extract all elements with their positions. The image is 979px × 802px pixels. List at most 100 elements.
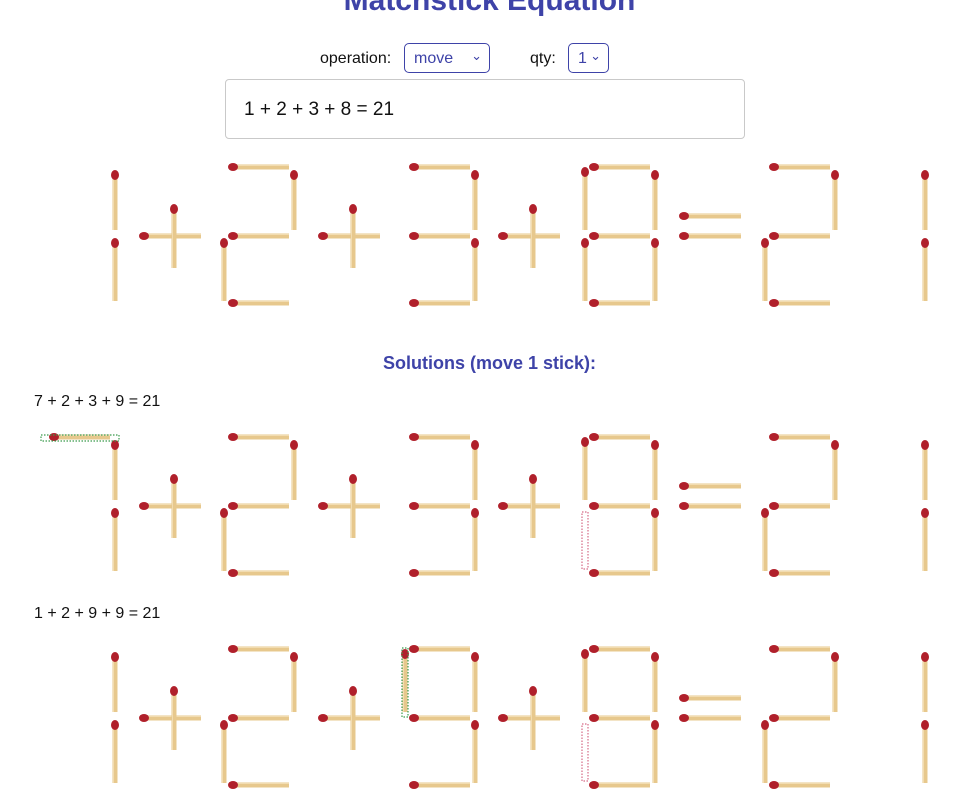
segment-bottom <box>769 299 830 307</box>
removed-stick-outline <box>581 723 589 782</box>
plus-horizontal <box>139 502 201 510</box>
segment-top-right <box>111 170 119 230</box>
segment-top-right <box>831 170 839 230</box>
segment-top-left <box>581 167 589 230</box>
segment-top <box>589 433 650 441</box>
segment-bottom <box>589 781 650 789</box>
segment-top-left <box>581 437 589 500</box>
segment-top <box>589 645 650 653</box>
segment-top-right <box>831 440 839 500</box>
chevron-down-icon: ⌄ <box>590 48 601 63</box>
segment-middle <box>409 232 470 240</box>
segment-top <box>228 645 289 653</box>
segment-bottom-right <box>471 238 479 301</box>
segment-top-right <box>290 170 298 230</box>
page-title: Matchstick Equation <box>343 0 636 17</box>
plus-horizontal <box>139 232 201 240</box>
segment-middle <box>409 714 470 722</box>
segment-top <box>409 645 470 653</box>
segment-top <box>769 163 830 171</box>
segment-middle <box>769 232 830 240</box>
plus-horizontal <box>498 714 560 722</box>
solution-label: 1 + 2 + 9 + 9 = 21 <box>34 605 161 622</box>
segment-top <box>769 433 830 441</box>
segment-top-right <box>651 652 659 712</box>
segment-bottom-right <box>921 720 929 783</box>
segment-bottom <box>409 781 470 789</box>
segment-top-right <box>111 440 119 500</box>
segment-middle <box>589 714 650 722</box>
plus-horizontal <box>318 232 380 240</box>
equals-top <box>679 694 741 702</box>
segment-bottom-left <box>220 238 228 301</box>
equals-top <box>679 212 741 220</box>
segment-bottom-left <box>581 238 589 301</box>
segment-top-right <box>921 652 929 712</box>
segment-bottom-left <box>761 720 769 783</box>
segment-top <box>409 433 470 441</box>
qty-select[interactable]: 1 ⌄ <box>568 43 609 73</box>
equals-top <box>679 482 741 490</box>
segment-top <box>228 163 289 171</box>
segment-top-right <box>471 440 479 500</box>
segment-middle <box>589 232 650 240</box>
segment-middle <box>769 502 830 510</box>
equals-bottom <box>679 232 741 240</box>
segment-bottom-right <box>471 508 479 571</box>
segment-bottom-left <box>220 720 228 783</box>
segment-top-right <box>290 440 298 500</box>
segment-top-left <box>581 649 589 712</box>
plus-horizontal <box>498 232 560 240</box>
segment-middle <box>769 714 830 722</box>
segment-top-right <box>290 652 298 712</box>
segment-top-right <box>111 652 119 712</box>
plus-horizontal <box>318 714 380 722</box>
segment-bottom-left <box>761 238 769 301</box>
segment-bottom <box>769 569 830 577</box>
segment-bottom <box>228 299 289 307</box>
segment-middle <box>228 714 289 722</box>
segment-bottom-right <box>111 720 119 783</box>
removed-stick-outline <box>581 511 589 570</box>
equation-input[interactable]: 1 + 2 + 3 + 8 = 21 <box>225 79 745 139</box>
segment-bottom-right <box>651 508 659 571</box>
operation-select[interactable]: move ⌄ <box>404 43 490 73</box>
solution-board <box>40 433 929 577</box>
segment-top-right <box>651 440 659 500</box>
equals-bottom <box>679 714 741 722</box>
plus-horizontal <box>498 502 560 510</box>
segment-bottom-right <box>921 508 929 571</box>
segment-top-right <box>831 652 839 712</box>
segment-bottom <box>589 569 650 577</box>
segment-bottom <box>769 781 830 789</box>
segment-bottom-left <box>220 508 228 571</box>
solution-board <box>111 645 929 789</box>
segment-top <box>409 163 470 171</box>
segment-bottom-left <box>761 508 769 571</box>
segment-top-right <box>471 652 479 712</box>
segment-bottom <box>409 299 470 307</box>
segment-bottom <box>409 569 470 577</box>
segment-bottom-right <box>111 238 119 301</box>
segment-top-right <box>651 170 659 230</box>
segment-top-right <box>471 170 479 230</box>
plus-horizontal <box>318 502 380 510</box>
segment-bottom-right <box>651 238 659 301</box>
segment-top <box>228 433 289 441</box>
plus-horizontal <box>139 714 201 722</box>
segment-middle <box>228 232 289 240</box>
segment-top-right <box>921 440 929 500</box>
chevron-down-icon: ⌄ <box>471 48 482 63</box>
segment-top <box>49 433 110 441</box>
operation-label: operation: <box>320 50 392 67</box>
segment-middle <box>589 502 650 510</box>
qty-value: 1 <box>578 50 587 67</box>
controls: operation: move ⌄ qty: 1 ⌄ <box>0 43 979 73</box>
segment-middle <box>228 502 289 510</box>
qty-label: qty: <box>530 50 556 67</box>
segment-bottom-right <box>921 238 929 301</box>
solutions-heading: Solutions (move 1 stick): <box>382 353 597 373</box>
equals-bottom <box>679 502 741 510</box>
segment-bottom-right <box>471 720 479 783</box>
segment-top <box>589 163 650 171</box>
